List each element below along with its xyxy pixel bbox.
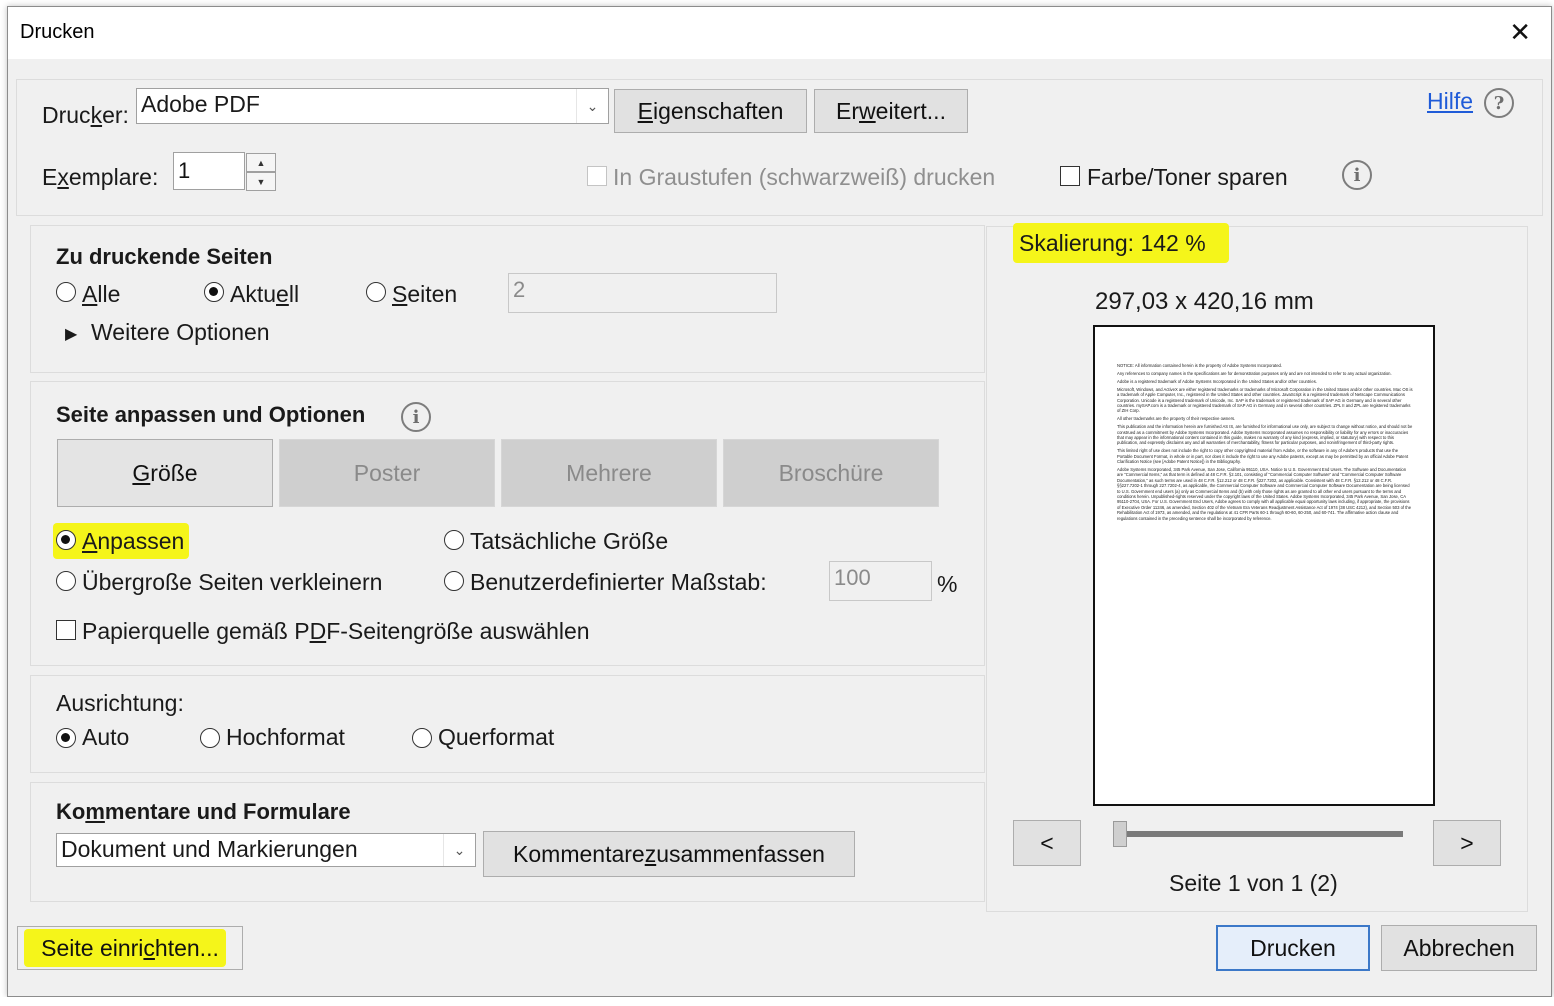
percent-sign: % — [937, 571, 958, 597]
tab-multiple[interactable]: Mehrere — [501, 439, 717, 507]
actual-size-label: Tatsächliche Größe — [470, 528, 669, 554]
custom-scale-label: Benutzerdefinierter Maßstab: — [470, 569, 767, 595]
save-toner-label: Farbe/Toner sparen — [1087, 164, 1288, 190]
page-dimensions: 297,03 x 420,16 mm — [1095, 288, 1314, 315]
comments-forms-value: Dokument und Markierungen — [61, 836, 358, 862]
custom-scale-radio[interactable] — [444, 571, 464, 591]
pages-range-label: Seiten — [392, 281, 458, 307]
title-bar: Drucken ✕ — [8, 7, 1551, 59]
chevron-down-icon: ⌄ — [576, 89, 608, 123]
copies-up-button[interactable]: ▲ — [246, 153, 276, 172]
shrink-oversized-label: Übergroße Seiten verkleinern — [82, 569, 383, 595]
pages-to-print-panel: Zu druckende Seiten Alle Aktuell Seiten … — [30, 225, 985, 373]
custom-scale-input[interactable]: 100 — [829, 561, 932, 601]
preview-document-text: NOTICE: All information contained herein… — [1117, 363, 1413, 524]
fit-label: Anpassen — [82, 528, 185, 554]
printer-panel: Drucker: Adobe PDF ⌄ Eigenschaften Er w ei… — [16, 79, 1543, 216]
save-toner-checkbox[interactable] — [1060, 166, 1080, 186]
chevron-down-icon: ⌄ — [443, 834, 475, 866]
page-status: Seite 1 von 1 (2) — [1169, 870, 1338, 896]
close-icon[interactable]: ✕ — [1509, 19, 1531, 45]
expand-triangle-icon[interactable]: ▶ — [65, 324, 77, 344]
printer-label: Drucker: — [42, 102, 129, 128]
tab-poster[interactable]: Poster — [279, 439, 495, 507]
preview-paragraph: Any references to company names in the s… — [1117, 370, 1392, 376]
preview-paragraph: This publication and the information her… — [1117, 424, 1413, 446]
orientation-landscape-label: Querformat — [438, 724, 555, 750]
printer-select[interactable]: Adobe PDF ⌄ — [136, 88, 609, 124]
preview-paragraph: NOTICE: All information contained herein… — [1117, 363, 1283, 368]
next-page-button[interactable]: > — [1433, 820, 1501, 866]
print-button[interactable]: Drucken — [1216, 925, 1370, 971]
advanced-button[interactable]: Er w eitert... — [814, 89, 968, 133]
pages-all-radio[interactable] — [56, 282, 76, 302]
page-slider-thumb[interactable] — [1113, 821, 1127, 847]
page-preview: NOTICE: All information contained herein… — [1093, 325, 1435, 806]
pages-range-value: 2 — [513, 277, 526, 302]
more-options-label[interactable]: Weitere Optionen — [91, 319, 270, 346]
pages-all-label: Alle — [82, 281, 121, 307]
comments-forms-heading: Kommentare und Formulare — [56, 799, 351, 824]
page-slider-track[interactable] — [1121, 831, 1403, 837]
copies-value: 1 — [178, 158, 191, 183]
info-icon[interactable]: i — [401, 402, 431, 432]
fit-radio[interactable] — [56, 530, 76, 550]
preview-paragraph: Microsoft, Windows, and ActiveX are eith… — [1117, 386, 1413, 414]
orientation-panel: Ausrichtung: Auto Hochformat Querformat — [30, 675, 985, 773]
pages-range-input[interactable]: 2 — [508, 273, 777, 313]
orientation-heading: Ausrichtung: — [56, 690, 184, 716]
preview-paragraph: All other trademarks are the property of… — [1117, 416, 1236, 422]
preview-paragraph: Adobe Systems Incorporated, 345 Park Ave… — [1117, 467, 1412, 521]
previous-page-button[interactable]: < — [1013, 820, 1081, 866]
custom-scale-value: 100 — [834, 565, 871, 590]
pages-to-print-heading: Zu druckende Seiten — [56, 244, 273, 269]
pages-current-label: Aktuell — [230, 281, 300, 307]
help-link[interactable]: Hilfe — [1427, 88, 1473, 115]
info-icon[interactable]: i — [1342, 160, 1372, 190]
actual-size-radio[interactable] — [444, 530, 464, 550]
preview-panel: Skalierung: 142 % 297,03 x 420,16 mm NOT… — [986, 223, 1528, 912]
paper-source-label: Papierquelle gemäß PDF-Seitengröße auswä… — [82, 618, 590, 644]
comments-forms-select[interactable]: Dokument und Markierungen ⌄ — [56, 833, 476, 867]
page-setup-button[interactable]: Seite einrichten... — [17, 926, 243, 970]
shrink-oversized-radio[interactable] — [56, 571, 76, 591]
copies-down-button[interactable]: ▼ — [246, 172, 276, 191]
orientation-landscape-radio[interactable] — [412, 728, 432, 748]
print-dialog: Drucken ✕ Drucker: Adobe PDF ⌄ Eigenscha… — [7, 6, 1552, 997]
dialog-title: Drucken — [20, 21, 95, 43]
preview-paragraph: Adobe is a registered trademark of Adobe… — [1117, 378, 1317, 384]
pages-range-radio[interactable] — [366, 282, 386, 302]
grayscale-label: In Graustufen (schwarzweiß) drucken — [613, 164, 996, 190]
preview-paragraph: This limited right of use does not inclu… — [1117, 448, 1409, 465]
orientation-portrait-radio[interactable] — [200, 728, 220, 748]
page-sizing-heading: Seite anpassen und Optionen — [56, 402, 366, 427]
comments-forms-panel: Kommentare und Formulare Dokument und Ma… — [30, 782, 985, 902]
orientation-auto-label: Auto — [82, 724, 130, 750]
scaling-label: Skalierung: 142 % — [1019, 230, 1206, 256]
pages-current-radio[interactable] — [204, 282, 224, 302]
background-document-bottom — [0, 997, 1554, 1006]
copies-input[interactable]: 1 — [173, 152, 245, 190]
printer-select-value: Adobe PDF — [141, 91, 260, 117]
summarize-comments-button[interactable]: Kommentare z usammenfassen — [483, 831, 855, 877]
orientation-portrait-label: Hochformat — [226, 724, 345, 750]
properties-button[interactable]: Eigenschaften — [614, 89, 807, 133]
orientation-auto-radio[interactable] — [56, 728, 76, 748]
help-icon[interactable]: ? — [1484, 88, 1514, 118]
cancel-button[interactable]: Abbrechen — [1381, 925, 1537, 971]
copies-label: Exemplare: — [42, 164, 159, 190]
paper-source-checkbox[interactable] — [56, 620, 76, 640]
grayscale-checkbox[interactable] — [587, 166, 607, 186]
tab-booklet[interactable]: Broschüre — [723, 439, 939, 507]
tab-size[interactable]: Größe — [57, 439, 273, 507]
page-sizing-panel: Seite anpassen und Optionen i Größe Post… — [30, 381, 985, 666]
